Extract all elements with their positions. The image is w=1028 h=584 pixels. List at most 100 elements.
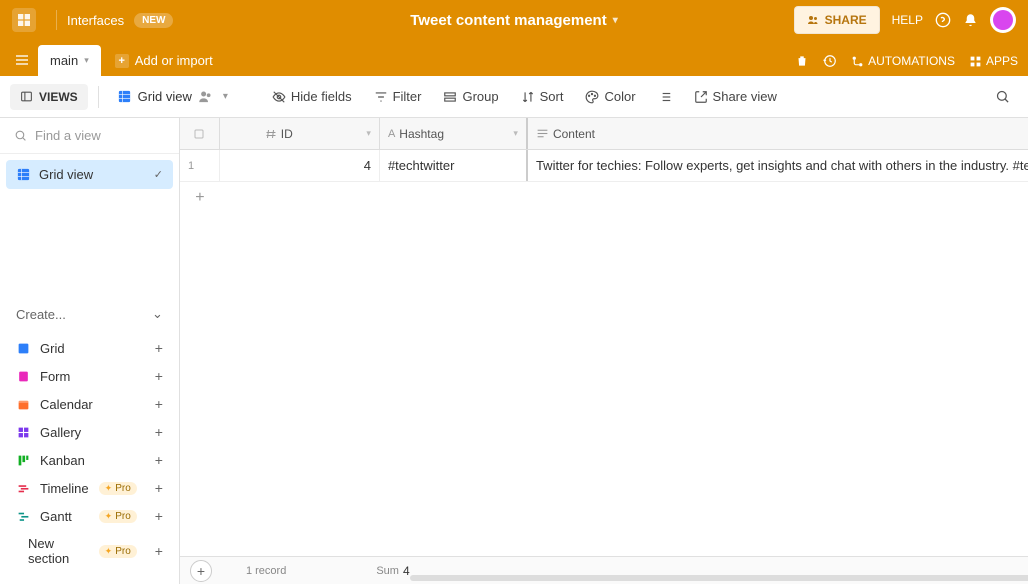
column-label: ID xyxy=(281,127,293,141)
people-icon xyxy=(198,89,213,104)
column-header-content[interactable]: Content xyxy=(528,118,1028,149)
add-row-circle-button[interactable]: + xyxy=(190,560,212,582)
plus-icon: + xyxy=(155,452,163,468)
grid-view-label: Grid view xyxy=(138,89,192,104)
create-gantt[interactable]: Gantt ✦Pro + xyxy=(16,502,163,530)
create-form[interactable]: Form + xyxy=(16,362,163,390)
create-item-label: Gallery xyxy=(40,425,81,440)
automations-icon xyxy=(851,55,864,68)
hide-fields-button[interactable]: Hide fields xyxy=(264,83,360,110)
add-import-button[interactable]: + Add or import xyxy=(115,53,213,68)
create-timeline[interactable]: Timeline ✦Pro + xyxy=(16,474,163,502)
cell-content[interactable]: Twitter for techies: Follow experts, get… xyxy=(528,150,1028,181)
create-header[interactable]: Create... ⌄ xyxy=(16,306,163,322)
search-button[interactable] xyxy=(987,83,1018,110)
view-label: Grid view xyxy=(39,167,93,182)
share-view-button[interactable]: Share view xyxy=(686,83,785,110)
autonumber-icon xyxy=(265,128,277,140)
grid-view-dropdown[interactable]: Grid view ▾ xyxy=(109,83,236,110)
chevron-down-icon: ▾ xyxy=(84,55,89,66)
row-height-icon xyxy=(658,90,672,104)
filter-icon xyxy=(374,90,388,104)
apps-button[interactable]: APPS xyxy=(969,54,1018,68)
table-row[interactable]: 1 4 #techtwitter Twitter for techies: Fo… xyxy=(180,150,1028,182)
timeline-icon xyxy=(16,482,30,495)
color-icon xyxy=(585,90,599,104)
sidebar-icon xyxy=(20,90,33,103)
add-row[interactable]: + xyxy=(180,182,1028,214)
chevron-down-icon: ▾ xyxy=(613,15,618,26)
gantt-icon xyxy=(16,510,30,523)
base-title[interactable]: Tweet content management ▾ xyxy=(410,12,617,29)
pro-badge: ✦Pro xyxy=(99,482,137,495)
share-view-label: Share view xyxy=(713,89,777,104)
share-button[interactable]: SHARE xyxy=(794,6,880,34)
sort-button[interactable]: Sort xyxy=(513,83,572,110)
create-section[interactable]: New section ✦Pro + xyxy=(16,530,163,572)
checkbox-icon xyxy=(193,128,205,140)
pro-badge: ✦Pro xyxy=(99,545,137,558)
filter-label: Filter xyxy=(393,89,422,104)
interfaces-link[interactable]: Interfaces xyxy=(67,13,124,28)
bell-icon[interactable] xyxy=(963,13,978,28)
grid-icon xyxy=(16,342,30,355)
create-kanban[interactable]: Kanban + xyxy=(16,446,163,474)
help-link[interactable]: HELP xyxy=(892,13,923,27)
create-item-label: New section xyxy=(28,536,89,566)
table-tab-main[interactable]: main ▾ xyxy=(38,45,101,76)
chevron-down-icon: ▾ xyxy=(366,128,371,139)
help-icon[interactable] xyxy=(935,12,951,28)
color-button[interactable]: Color xyxy=(577,83,643,110)
plus-icon: + xyxy=(115,54,129,68)
chevron-down-icon: ⌄ xyxy=(152,306,163,322)
plus-icon: + xyxy=(155,543,163,559)
check-icon: ✓ xyxy=(154,168,163,181)
trash-icon[interactable] xyxy=(795,54,809,68)
user-avatar[interactable] xyxy=(990,7,1016,33)
group-button[interactable]: Group xyxy=(435,83,506,110)
create-gallery[interactable]: Gallery + xyxy=(16,418,163,446)
filter-button[interactable]: Filter xyxy=(366,83,430,110)
automations-label: AUTOMATIONS xyxy=(868,54,955,68)
kanban-icon xyxy=(16,454,30,467)
plus-icon: + xyxy=(155,424,163,440)
horizontal-scrollbar[interactable] xyxy=(410,575,1028,581)
sum-value: 4 xyxy=(403,564,410,578)
find-view-input[interactable]: Find a view xyxy=(0,118,179,154)
people-icon xyxy=(807,14,819,26)
search-icon xyxy=(995,89,1010,104)
group-label: Group xyxy=(462,89,498,104)
column-header-id[interactable]: ID ▾ xyxy=(220,118,380,149)
create-grid[interactable]: Grid + xyxy=(16,334,163,362)
automations-button[interactable]: AUTOMATIONS xyxy=(851,54,955,68)
grid-icon xyxy=(16,167,31,182)
create-calendar[interactable]: Calendar + xyxy=(16,390,163,418)
column-header-hashtag[interactable]: A Hashtag ▾ xyxy=(380,118,528,149)
share-label: SHARE xyxy=(825,13,867,27)
create-item-label: Grid xyxy=(40,341,65,356)
base-logo-icon[interactable] xyxy=(12,8,36,32)
cell-id[interactable]: 4 xyxy=(220,150,380,181)
base-title-text: Tweet content management xyxy=(410,12,606,29)
hide-fields-label: Hide fields xyxy=(291,89,352,104)
create-item-label: Form xyxy=(40,369,70,384)
create-item-label: Gantt xyxy=(40,509,72,524)
pro-badge: ✦Pro xyxy=(99,510,137,523)
select-all-checkbox[interactable] xyxy=(180,118,220,149)
chevron-down-icon: ▾ xyxy=(223,91,228,102)
column-label: Hashtag xyxy=(399,127,444,141)
share-icon xyxy=(694,90,708,104)
chevron-down-icon: ▾ xyxy=(513,128,518,139)
text-icon: A xyxy=(388,128,395,140)
add-import-label: Add or import xyxy=(135,53,213,68)
divider xyxy=(98,86,99,108)
sidebar-view-grid[interactable]: Grid view ✓ xyxy=(6,160,173,189)
history-icon[interactable] xyxy=(823,54,837,68)
views-button[interactable]: VIEWS xyxy=(10,84,88,110)
hamburger-icon[interactable] xyxy=(14,52,30,68)
row-height-button[interactable] xyxy=(650,84,680,110)
column-label: Content xyxy=(553,127,595,141)
cell-hashtag[interactable]: #techtwitter xyxy=(380,150,528,181)
eye-off-icon xyxy=(272,90,286,104)
plus-icon: + xyxy=(180,189,220,207)
